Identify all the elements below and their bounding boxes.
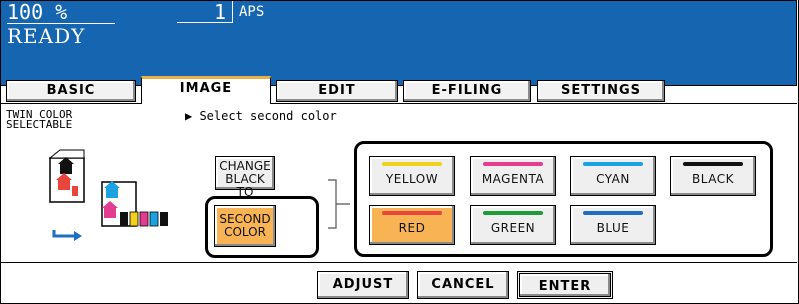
footer-divider: [0, 262, 797, 263]
change-black-to-button[interactable]: CHANGE BLACK TO: [215, 156, 275, 199]
color-label: CYAN: [596, 172, 630, 186]
tab-edit[interactable]: EDIT: [276, 80, 398, 102]
copy-count: 1: [177, 1, 233, 23]
tab-underline: [0, 103, 141, 104]
function-title: TWIN COLOR SELECTABLE: [6, 109, 116, 131]
green-swatch: [483, 211, 543, 215]
color-label: MAGENTA: [481, 172, 545, 186]
status-panel: 100 % 1 APS READY: [0, 0, 797, 86]
tab-image[interactable]: IMAGE: [141, 76, 271, 104]
color-label: RED: [398, 221, 426, 235]
paper-mode: APS: [239, 4, 265, 20]
color-button-red[interactable]: RED: [369, 205, 455, 245]
color-button-blue[interactable]: BLUE: [570, 205, 656, 245]
blue-swatch: [583, 211, 643, 215]
color-label: BLACK: [692, 172, 734, 186]
function-title-line2: SELECTABLE: [6, 118, 73, 131]
enter-button[interactable]: ENTER: [517, 271, 613, 299]
instruction-text: ▶ Select second color: [185, 109, 337, 123]
color-button-cyan[interactable]: CYAN: [570, 156, 656, 196]
tab-settings[interactable]: SETTINGS: [537, 80, 665, 102]
color-button-green[interactable]: GREEN: [470, 205, 556, 245]
selection-connector: [328, 179, 350, 229]
machine-status: READY: [7, 24, 86, 48]
black-swatch: [683, 162, 743, 166]
adjust-button[interactable]: ADJUST: [317, 271, 409, 299]
cyan-swatch: [583, 162, 643, 166]
color-label: GREEN: [490, 221, 536, 235]
color-label: BLUE: [596, 221, 630, 235]
color-button-magenta[interactable]: MAGENTA: [470, 156, 556, 196]
second-color-line2: COLOR: [224, 225, 266, 239]
color-label: YELLOW: [385, 172, 439, 186]
yellow-swatch: [382, 162, 442, 166]
cancel-button[interactable]: CANCEL: [417, 271, 509, 299]
tab-underline: [271, 103, 797, 104]
second-color-button[interactable]: SECOND COLOR: [214, 205, 276, 247]
tab-e-filing[interactable]: E-FILING: [403, 80, 531, 102]
twin-color-illustration: [48, 149, 168, 241]
zoom-readout: 100 %: [7, 1, 115, 24]
magenta-swatch: [483, 162, 543, 166]
color-button-black[interactable]: BLACK: [670, 156, 756, 196]
tab-basic[interactable]: BASIC: [6, 80, 136, 102]
tab-bar: BASIC IMAGE EDIT E-FILING SETTINGS: [0, 76, 797, 104]
color-button-yellow[interactable]: YELLOW: [369, 156, 455, 196]
red-swatch: [382, 211, 442, 215]
